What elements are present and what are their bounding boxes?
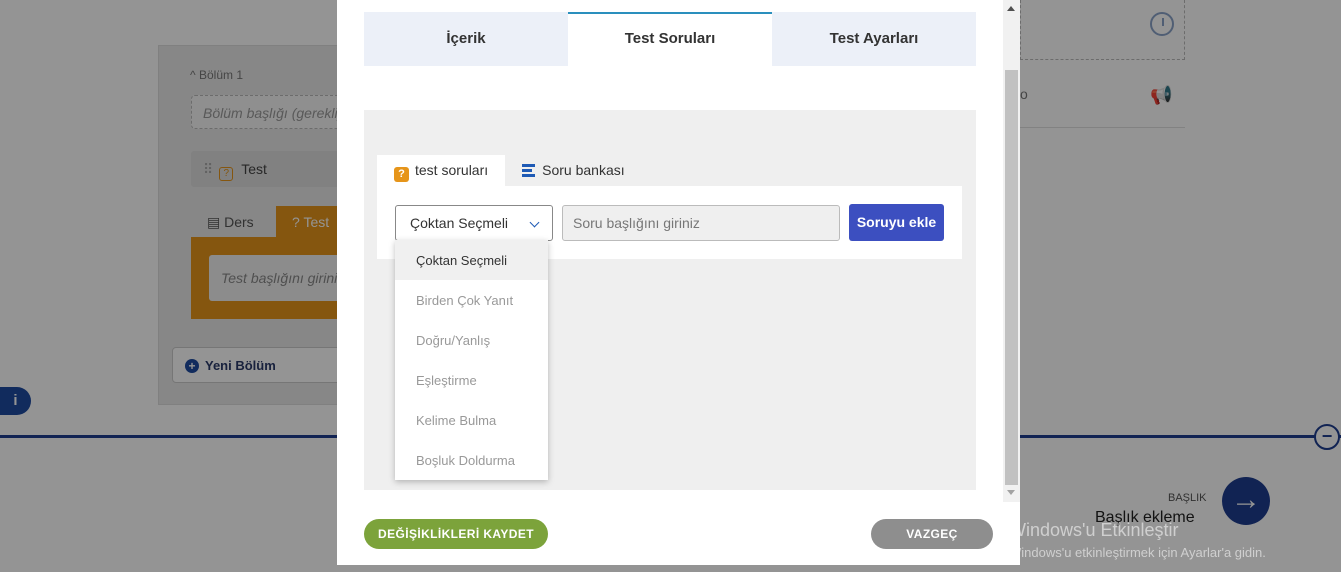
- modal-footer: DEĞİŞİKLİKLERİ KAYDET VAZGEÇ: [337, 502, 1020, 565]
- windows-activation-subtitle: Windows'u etkinleştirmek için Ayarlar'a …: [1009, 545, 1266, 560]
- question-type-value: Çoktan Seçmeli: [410, 215, 509, 231]
- question-type-dropdown: Çoktan Seçmeli Birden Çok Yanıt Doğru/Ya…: [395, 240, 548, 480]
- dropdown-option[interactable]: Kelime Bulma: [395, 400, 548, 440]
- test-editor-modal: İçerik Test Soruları Test Ayarları ? test…: [337, 0, 1020, 565]
- subtab-question-bank[interactable]: Soru bankası: [505, 155, 642, 186]
- dropdown-option[interactable]: Çoktan Seçmeli: [395, 240, 548, 280]
- subtab-label: test soruları: [415, 162, 489, 178]
- tab-test-settings[interactable]: Test Ayarları: [772, 12, 976, 66]
- dropdown-option[interactable]: Boşluk Doldurma: [395, 440, 548, 480]
- scroll-down-icon[interactable]: [1007, 490, 1015, 495]
- question-icon: ?: [394, 167, 409, 182]
- modal-tabs: İçerik Test Soruları Test Ayarları: [364, 12, 976, 66]
- chevron-down-icon: [529, 217, 540, 228]
- modal-body: İçerik Test Soruları Test Ayarları ? test…: [337, 0, 1020, 502]
- dropdown-option[interactable]: Doğru/Yanlış: [395, 320, 548, 360]
- subtab-test-questions[interactable]: ? test soruları: [377, 155, 506, 186]
- list-icon: [522, 164, 536, 177]
- windows-activation-title: Windows'u Etkinleştir: [1009, 520, 1179, 540]
- modal-scrollbar[interactable]: [1003, 0, 1020, 502]
- scrollbar-thumb[interactable]: [1005, 70, 1018, 485]
- question-type-select[interactable]: Çoktan Seçmeli: [395, 205, 553, 241]
- dropdown-option[interactable]: Birden Çok Yanıt: [395, 280, 548, 320]
- dropdown-option[interactable]: Eşleştirme: [395, 360, 548, 400]
- add-question-button[interactable]: Soruyu ekle: [849, 204, 944, 241]
- subtab-label: Soru bankası: [542, 162, 625, 178]
- question-title-input[interactable]: [562, 205, 840, 241]
- cancel-button[interactable]: VAZGEÇ: [871, 519, 993, 549]
- tab-content[interactable]: İçerik: [364, 12, 568, 66]
- question-subtabs: ? test soruları Soru bankası: [377, 155, 642, 186]
- scroll-up-icon[interactable]: [1007, 6, 1015, 11]
- tab-test-questions[interactable]: Test Soruları: [568, 12, 772, 66]
- save-changes-button[interactable]: DEĞİŞİKLİKLERİ KAYDET: [364, 519, 548, 549]
